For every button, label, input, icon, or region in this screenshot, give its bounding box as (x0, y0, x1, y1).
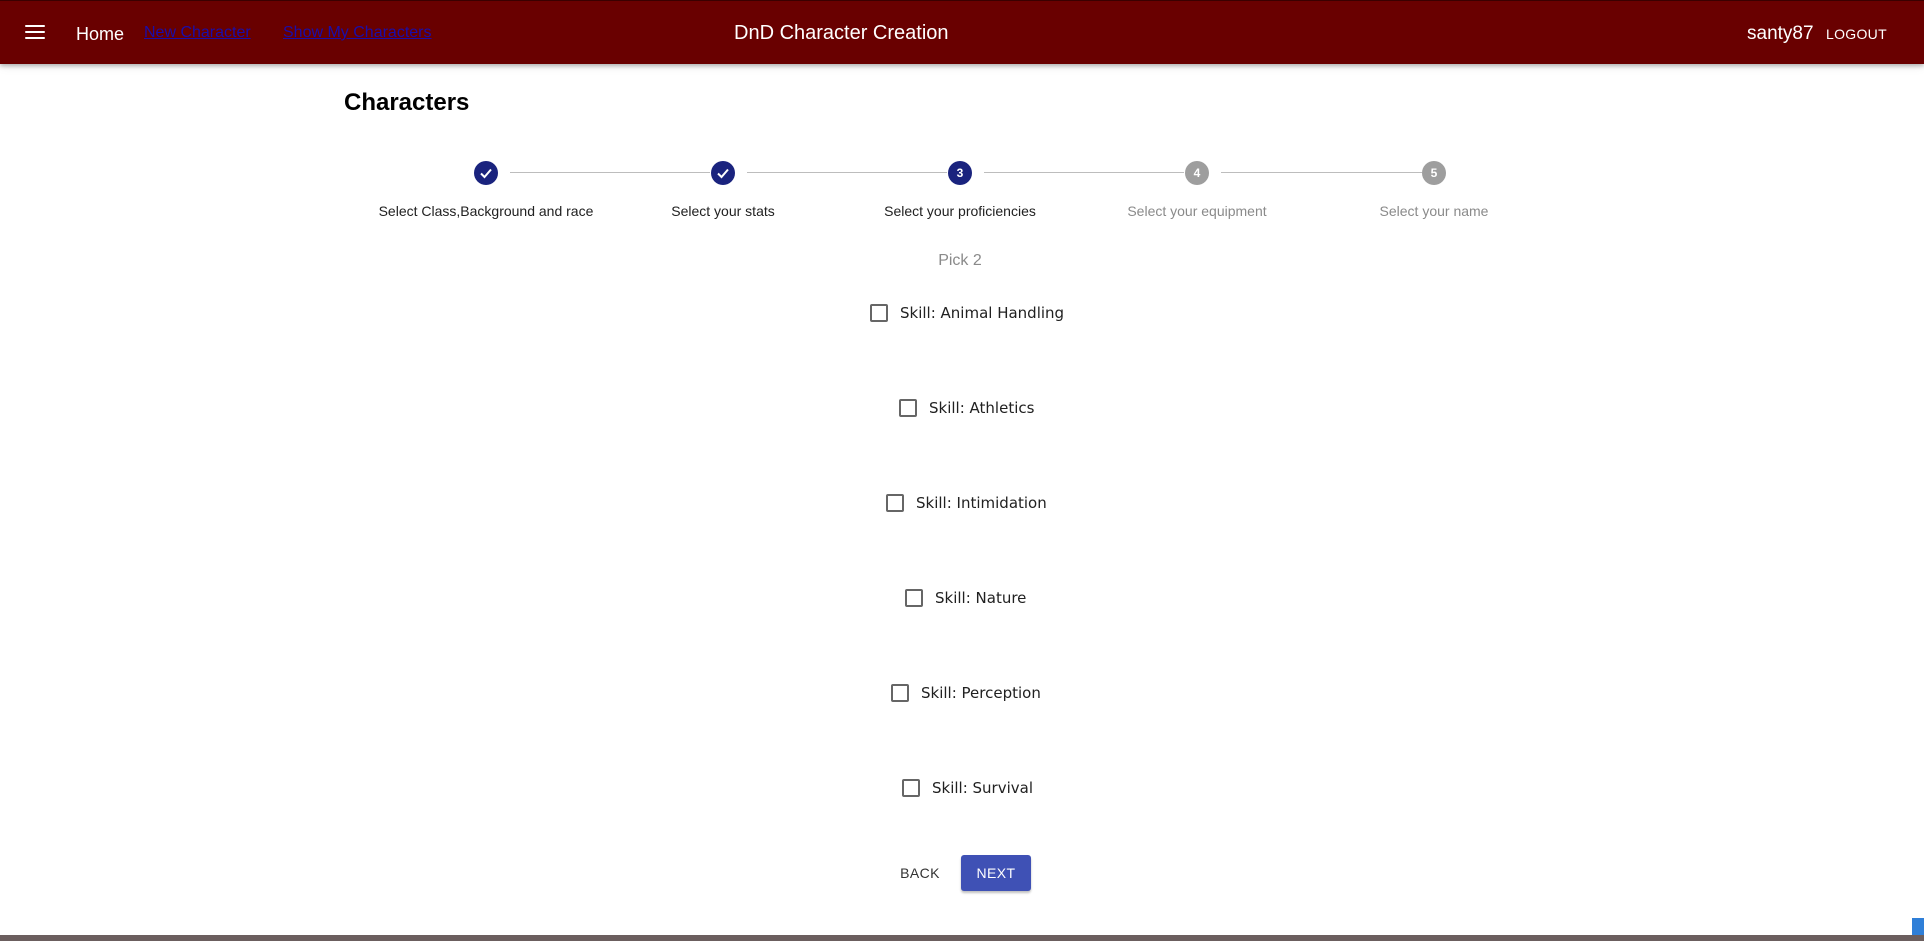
skill-option: Skill: Intimidation (0, 488, 1924, 518)
skill-option: Skill: Perception (0, 678, 1924, 708)
step-connector (1221, 172, 1422, 173)
skill-label: Skill: Animal Handling (900, 304, 1065, 322)
skill-option: Skill: Animal Handling (0, 298, 1924, 328)
page: Home New Character Show My Characters Dn… (0, 0, 1924, 941)
skill-option: Skill: Survival (0, 773, 1924, 803)
step-connector (984, 172, 1184, 173)
step-4-number[interactable]: 4 (1185, 161, 1209, 185)
skill-checkbox[interactable] (899, 399, 917, 417)
skill-option: Skill: Athletics (0, 393, 1924, 423)
skill-label: Skill: Intimidation (916, 494, 1047, 512)
scrollbar-thumb[interactable] (1912, 918, 1924, 935)
back-button[interactable]: BACK (892, 855, 948, 891)
step-connector (747, 172, 947, 173)
step-5-number[interactable]: 5 (1422, 161, 1446, 185)
pick-count-label: Pick 2 (938, 252, 982, 269)
skill-label: Skill: Survival (932, 779, 1034, 797)
skill-checkbox[interactable] (870, 304, 888, 322)
skill-label: Skill: Nature (935, 589, 1027, 607)
skill-checkbox[interactable] (886, 494, 904, 512)
step-2-label: Select your stats (671, 203, 775, 219)
skill-label: Skill: Perception (921, 684, 1041, 702)
skill-checkbox[interactable] (902, 779, 920, 797)
skill-option: Skill: Nature (0, 583, 1924, 613)
step-1-label: Select Class,Background and race (378, 203, 594, 219)
step-5-label: Select your name (1379, 203, 1489, 219)
step-1-check-icon[interactable] (474, 161, 498, 185)
taskbar-edge (0, 935, 1924, 941)
skill-checkbox[interactable] (891, 684, 909, 702)
step-3-label: Select your proficiencies (884, 203, 1036, 219)
next-button[interactable]: NEXT (961, 855, 1031, 891)
step-connector (510, 172, 710, 173)
skill-label: Skill: Athletics (929, 399, 1035, 417)
step-2-check-icon[interactable] (711, 161, 735, 185)
step-4-label: Select your equipment (1127, 203, 1267, 219)
skill-checkbox[interactable] (905, 589, 923, 607)
step-3-number[interactable]: 3 (948, 161, 972, 185)
stepper: 3 4 5 Select Class,Background and race S… (0, 0, 1924, 240)
